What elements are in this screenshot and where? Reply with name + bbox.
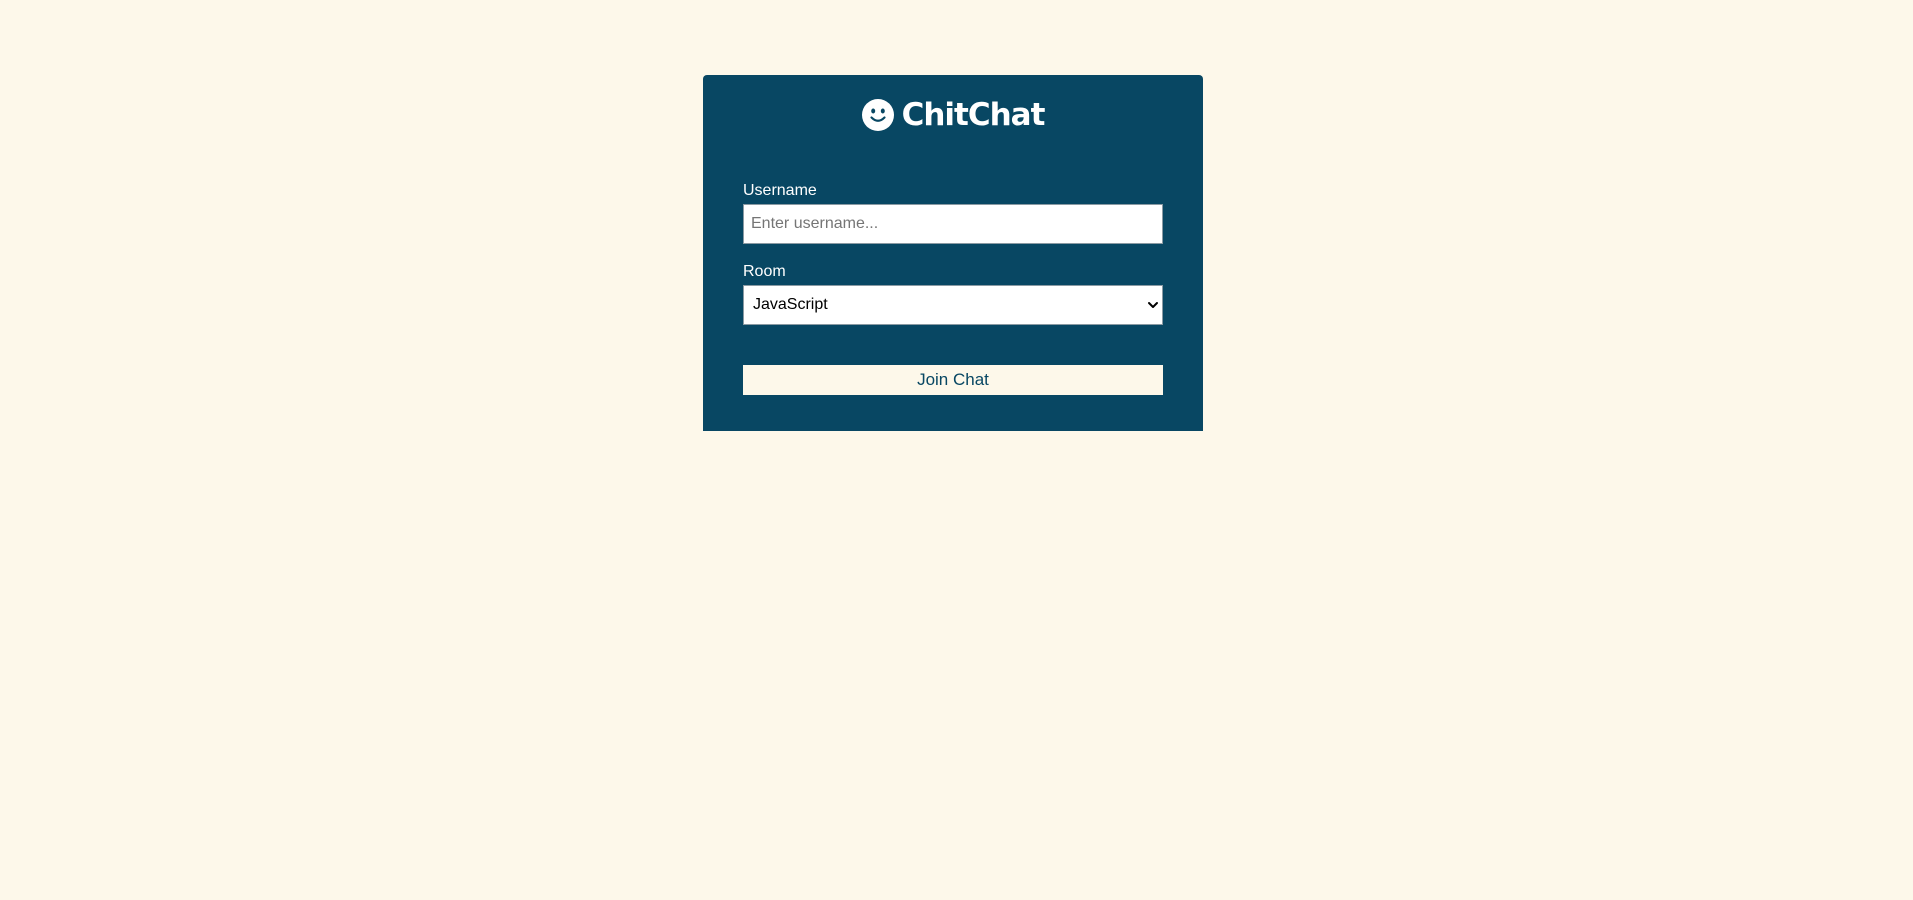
brand-header: ChitChat <box>703 95 1203 135</box>
username-input[interactable] <box>743 204 1163 244</box>
room-label: Room <box>743 263 786 280</box>
room-select[interactable]: JavaScript <box>743 285 1163 325</box>
join-form: Username Room JavaScript Join Chat <box>743 182 1163 395</box>
join-card: ChitChat Username Room JavaScript Join C… <box>703 75 1203 431</box>
username-label: Username <box>743 182 817 199</box>
app-title: ChitChat <box>901 97 1046 133</box>
room-selected-value: JavaScript <box>753 296 828 313</box>
join-chat-button[interactable]: Join Chat <box>743 365 1163 395</box>
smile-icon <box>861 99 894 131</box>
chevron-down-icon <box>1148 302 1158 308</box>
